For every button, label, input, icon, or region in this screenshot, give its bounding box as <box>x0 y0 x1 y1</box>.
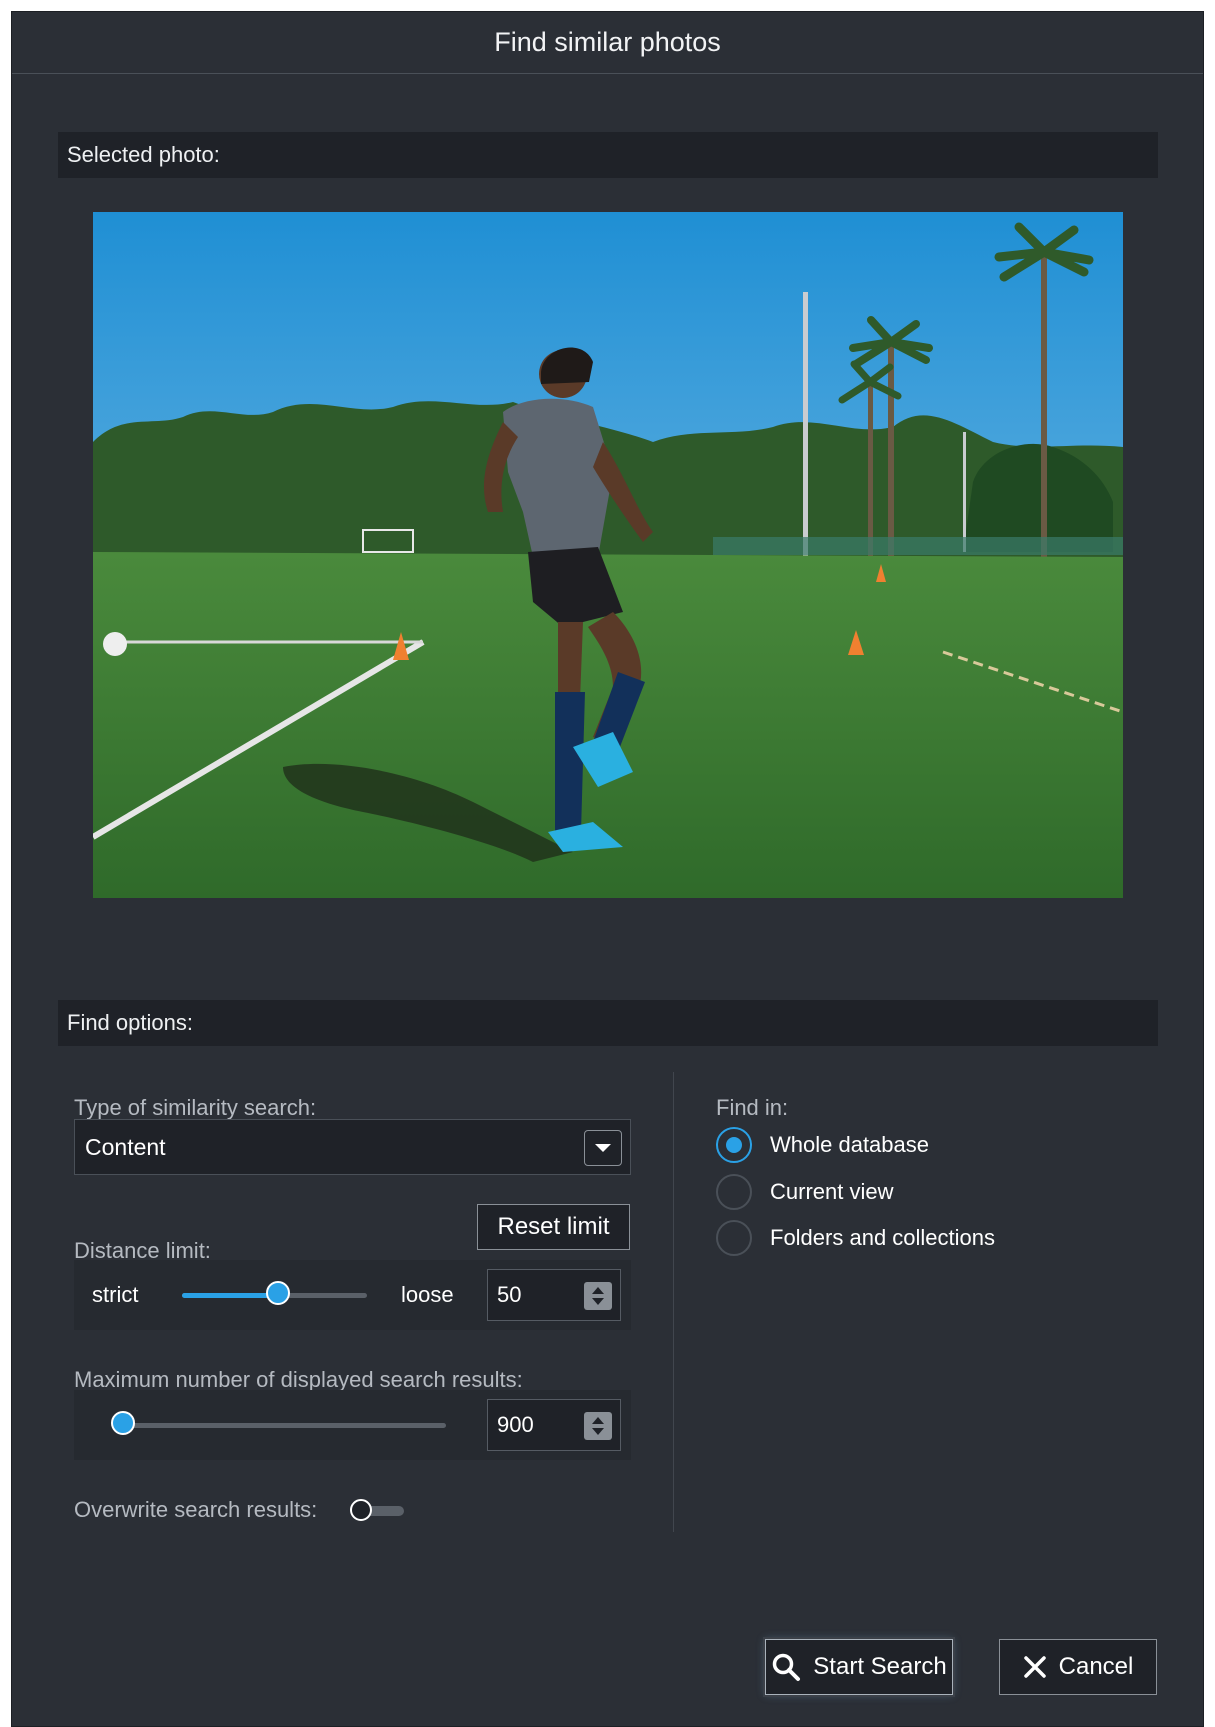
overwrite-results-label: Overwrite search results: <box>74 1497 318 1522</box>
radio-label: Current view <box>770 1179 894 1204</box>
slider-strict-label: strict <box>92 1282 139 1307</box>
cancel-button[interactable]: Cancel <box>999 1639 1157 1695</box>
distance-limit-panel: strict loose 50 <box>74 1260 631 1330</box>
overwrite-results-toggle-thumb[interactable] <box>350 1499 372 1521</box>
radio-button[interactable] <box>716 1220 752 1256</box>
radio-label: Folders and collections <box>770 1225 996 1250</box>
magnifier-icon <box>771 1652 801 1682</box>
distance-limit-value: 50 <box>497 1282 522 1307</box>
distance-limit-spinbox[interactable]: 50 <box>487 1269 621 1321</box>
radio-button[interactable] <box>716 1127 752 1163</box>
max-results-spinbox[interactable]: 900 <box>487 1399 621 1451</box>
soccer-player-photo <box>93 212 1123 898</box>
max-results-panel: 900 <box>74 1390 631 1460</box>
similarity-type-value: Content <box>85 1133 166 1160</box>
find-in-whole-database[interactable]: Whole database <box>716 1125 929 1165</box>
spin-arrows-icon[interactable] <box>584 1412 612 1440</box>
distance-limit-slider-fill <box>182 1293 279 1298</box>
selected-photo-image <box>93 212 1123 898</box>
find-options-header: Find options: <box>58 1000 1158 1046</box>
chevron-down-icon[interactable] <box>584 1130 622 1166</box>
similarity-type-select[interactable]: Content <box>74 1119 631 1175</box>
find-in-folders-collections[interactable]: Folders and collections <box>716 1218 995 1258</box>
start-search-label: Start Search <box>813 1653 947 1680</box>
similarity-type-label: Type of similarity search: <box>74 1095 317 1120</box>
start-search-button[interactable]: Start Search <box>765 1639 953 1695</box>
dialog-title: Find similar photos <box>12 12 1203 74</box>
max-results-slider[interactable] <box>116 1423 446 1428</box>
radio-label: Whole database <box>770 1132 929 1157</box>
find-similar-dialog: Find similar photos Selected photo: Find… <box>11 11 1204 1727</box>
max-results-slider-thumb[interactable] <box>110 1411 135 1435</box>
close-icon <box>1023 1655 1047 1679</box>
cancel-label: Cancel <box>1058 1653 1134 1680</box>
selected-photo-header: Selected photo: <box>58 132 1158 178</box>
spin-arrows-icon[interactable] <box>584 1282 612 1310</box>
reset-limit-button[interactable]: Reset limit <box>477 1204 630 1250</box>
distance-limit-slider-thumb[interactable] <box>266 1281 291 1305</box>
radio-button[interactable] <box>716 1174 752 1210</box>
find-in-label: Find in: <box>716 1095 789 1120</box>
column-divider <box>673 1072 674 1532</box>
max-results-value: 900 <box>497 1412 534 1437</box>
slider-loose-label: loose <box>401 1282 454 1307</box>
find-in-current-view[interactable]: Current view <box>716 1172 893 1212</box>
